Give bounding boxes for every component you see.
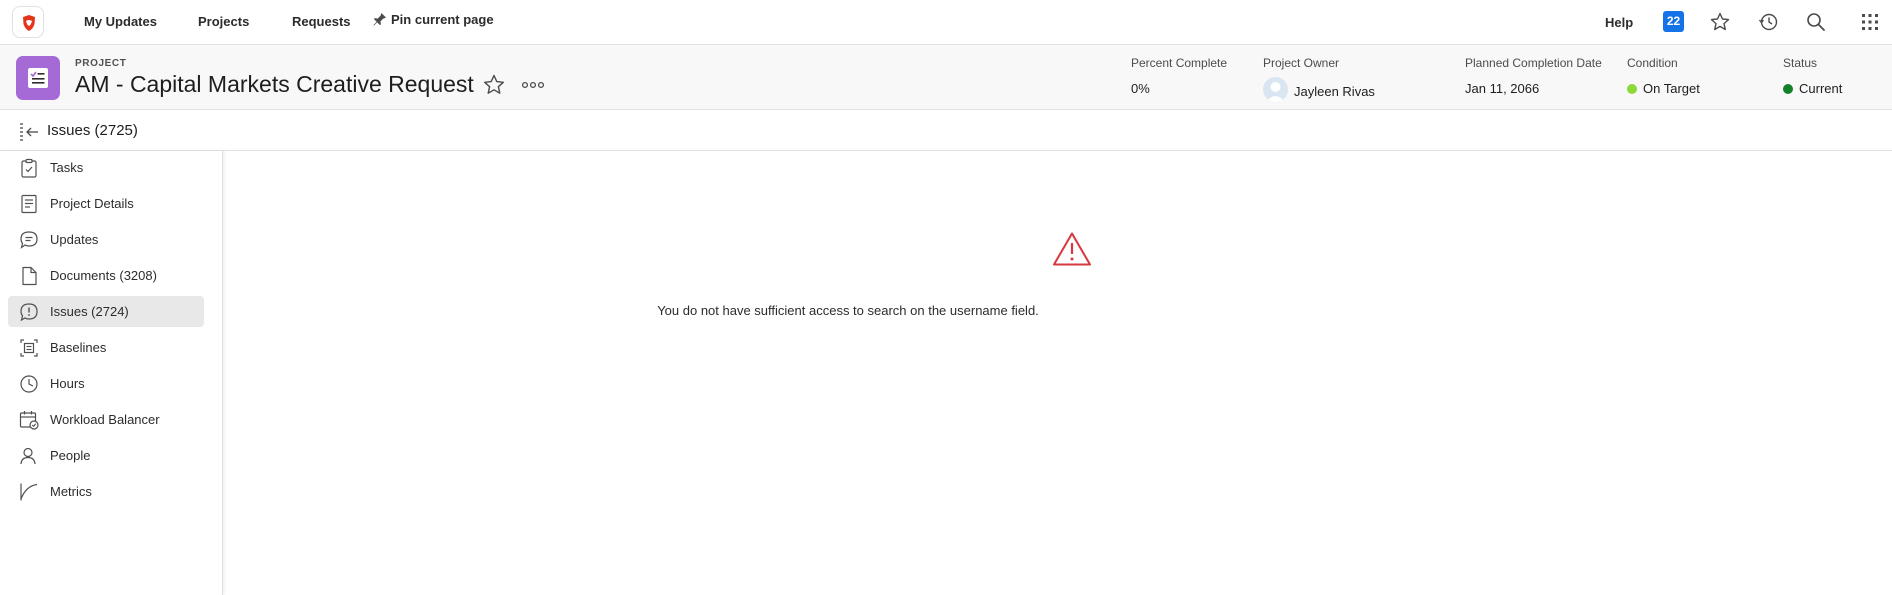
nav-my-updates[interactable]: My Updates (84, 14, 157, 29)
baseline-icon (20, 338, 38, 357)
sidebar-item-people[interactable]: People (8, 440, 204, 471)
project-type-label: PROJECT (75, 58, 127, 69)
status-dot (1783, 83, 1793, 94)
sidebar-item-label: Updates (50, 232, 99, 247)
app-logo[interactable] (12, 6, 44, 38)
notification-badge[interactable]: 22 (1663, 11, 1684, 32)
logo-icon (23, 15, 35, 31)
project-checklist-icon (28, 68, 48, 88)
sidebar-item-label: Baselines (50, 340, 107, 355)
calendar-icon (19, 410, 39, 430)
sidebar-item-label: Documents (3208) (50, 268, 157, 283)
help-link[interactable]: Help (1605, 15, 1633, 30)
project-owner-label: Project Owner (1263, 56, 1340, 70)
sidebar-item-label: People (50, 448, 91, 463)
tasks-icon (21, 158, 37, 178)
document-icon (21, 194, 37, 213)
top-navigation: My Updates Projects Requests Pin current… (0, 0, 1892, 45)
history-icon[interactable] (1757, 11, 1779, 33)
sidebar-item-label: Workload Balancer (50, 412, 160, 427)
sidebar: Tasks Project Details Updates Documents … (0, 151, 223, 595)
sidebar-item-baselines[interactable]: Baselines (8, 332, 204, 363)
status-value: Current (1799, 81, 1843, 96)
sidebar-item-documents[interactable]: Documents (3208) (8, 260, 204, 291)
user-avatar-icon (1266, 82, 1285, 102)
sidebar-item-updates[interactable]: Updates (8, 224, 204, 255)
more-options-icon[interactable] (520, 75, 546, 95)
planned-completion-value: Jan 11, 2066 (1465, 81, 1540, 96)
avatar[interactable] (1263, 77, 1288, 102)
percent-complete-label: Percent Complete (1131, 56, 1228, 70)
condition-value: On Target (1643, 81, 1700, 96)
condition-label: Condition (1627, 56, 1678, 70)
clock-icon (20, 374, 38, 393)
project-owner-name[interactable]: Jayleen Rivas (1294, 84, 1375, 99)
pin-icon (373, 12, 387, 26)
chat-icon (20, 230, 38, 249)
favorites-star-icon[interactable] (1709, 11, 1731, 33)
sidebar-item-label: Project Details (50, 196, 134, 211)
sidebar-item-workload-balancer[interactable]: Workload Balancer (8, 404, 204, 435)
section-bar: Issues (2725) (0, 110, 1892, 151)
sidebar-item-metrics[interactable]: Metrics (8, 476, 204, 507)
sidebar-item-hours[interactable]: Hours (8, 368, 204, 399)
section-title: Issues (2725) (47, 122, 138, 139)
status-field: Status Current (1783, 56, 1842, 96)
chart-icon (20, 483, 38, 500)
favorite-star-icon[interactable] (482, 73, 506, 97)
planned-completion-field: Planned Completion Date Jan 11, 2066 (1465, 56, 1602, 96)
condition-dot (1627, 83, 1637, 94)
file-icon (22, 266, 37, 285)
project-type-icon (16, 56, 60, 100)
search-icon[interactable] (1805, 11, 1827, 33)
sidebar-item-project-details[interactable]: Project Details (8, 188, 204, 219)
sidebar-item-label: Hours (50, 376, 85, 391)
page-title: AM - Capital Markets Creative Request (75, 71, 474, 97)
status-label: Status (1783, 56, 1818, 70)
sidebar-item-tasks[interactable]: Tasks (8, 152, 204, 183)
pin-current-page-button[interactable]: Pin current page (372, 12, 494, 27)
nav-projects[interactable]: Projects (198, 14, 249, 29)
nav-requests[interactable]: Requests (292, 14, 351, 29)
collapse-sidebar-icon[interactable] (18, 121, 40, 141)
planned-completion-label: Planned Completion Date (1465, 56, 1602, 70)
percent-complete-field: Percent Complete 0% (1131, 56, 1227, 96)
project-owner-field: Project Owner Jayleen Rivas (1263, 56, 1375, 102)
sidebar-item-label: Metrics (50, 484, 92, 499)
sidebar-item-label: Tasks (50, 160, 84, 175)
project-header: PROJECT AM - Capital Markets Creative Re… (0, 45, 1892, 110)
pin-label: Pin current page (391, 12, 494, 27)
people-icon (20, 447, 36, 464)
condition-field: Condition On Target (1627, 56, 1700, 96)
main-content: You do not have sufficient access to sea… (224, 151, 1892, 595)
percent-complete-value: 0% (1131, 81, 1150, 96)
access-error-message: You do not have sufficient access to sea… (657, 303, 1039, 318)
warning-icon (1053, 232, 1091, 266)
app-grid-icon[interactable] (1859, 11, 1881, 33)
